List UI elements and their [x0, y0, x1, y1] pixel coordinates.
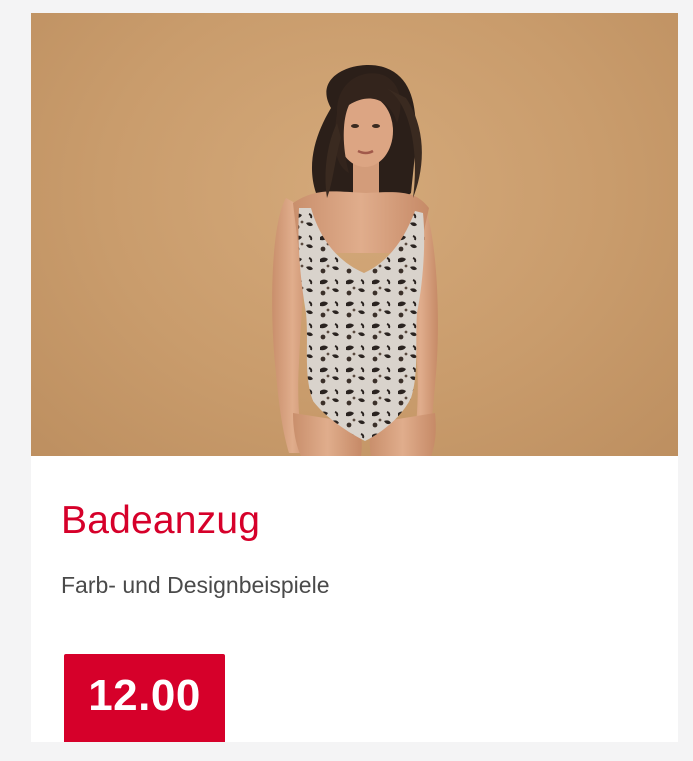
- product-card[interactable]: Badeanzug Farb- und Designbeispiele 12.0…: [31, 13, 678, 742]
- product-image[interactable]: [31, 13, 678, 456]
- price-value: 12.00: [88, 671, 201, 720]
- product-subtitle: Farb- und Designbeispiele: [61, 572, 330, 598]
- product-photo-illustration: [272, 64, 438, 456]
- product-title[interactable]: Badeanzug: [61, 498, 260, 544]
- price-badge: 12.00: [64, 654, 225, 742]
